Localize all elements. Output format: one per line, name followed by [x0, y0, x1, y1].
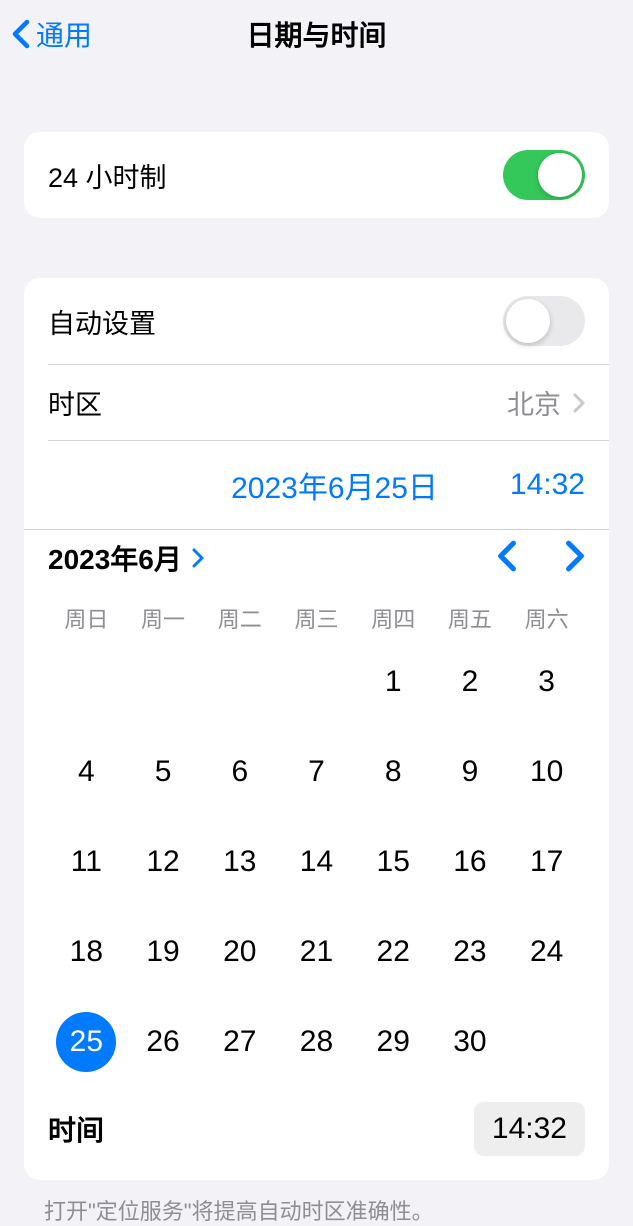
weekday-header: 周三 — [278, 602, 355, 634]
hour-format-section: 24 小时制 — [24, 132, 609, 218]
calendar-day[interactable]: 16 — [432, 832, 509, 892]
calendar-day-empty — [278, 652, 355, 712]
calendar-day[interactable]: 22 — [355, 922, 432, 982]
calendar-day[interactable]: 11 — [48, 832, 125, 892]
calendar-day[interactable]: 29 — [355, 1012, 432, 1072]
weekday-header: 周日 — [48, 602, 125, 634]
calendar-day[interactable]: 2 — [432, 652, 509, 712]
page-title: 日期与时间 — [246, 14, 386, 54]
calendar-day-empty — [48, 652, 125, 712]
toggle-knob — [538, 153, 582, 197]
date-time-section: 自动设置 时区 北京 2023年6月25日 14:32 2023年6月 — [24, 278, 609, 1180]
calendar-day[interactable]: 14 — [278, 832, 355, 892]
calendar-day[interactable]: 23 — [432, 922, 509, 982]
calendar-day[interactable]: 27 — [201, 1012, 278, 1072]
chevron-right-icon — [573, 393, 585, 413]
calendar-day[interactable]: 25 — [48, 1012, 125, 1072]
timezone-row[interactable]: 时区 北京 — [24, 365, 609, 440]
time-picker[interactable]: 14:32 — [474, 1102, 585, 1156]
calendar-day[interactable]: 18 — [48, 922, 125, 982]
prev-month-button[interactable] — [497, 540, 517, 577]
calendar-day[interactable]: 28 — [278, 1012, 355, 1072]
footer-hint: 打开"定位服务"将提高自动时区准确性。 — [44, 1194, 589, 1226]
toggle-knob — [506, 299, 550, 343]
calendar-day[interactable]: 3 — [508, 652, 585, 712]
hour24-toggle[interactable] — [503, 150, 585, 200]
calendar-day[interactable]: 13 — [201, 832, 278, 892]
calendar-day[interactable]: 17 — [508, 832, 585, 892]
weekday-header: 周四 — [355, 602, 432, 634]
back-label: 通用 — [36, 14, 92, 54]
hour24-label: 24 小时制 — [48, 156, 167, 195]
selected-date-button[interactable]: 2023年6月25日 — [231, 463, 438, 507]
calendar-day[interactable]: 6 — [201, 742, 278, 802]
weekday-header: 周五 — [432, 602, 509, 634]
weekday-header: 周六 — [508, 602, 585, 634]
chevron-right-icon — [192, 548, 204, 568]
calendar-day[interactable]: 26 — [125, 1012, 202, 1072]
weekday-header: 周一 — [125, 602, 202, 634]
calendar-day[interactable]: 7 — [278, 742, 355, 802]
time-label: 时间 — [48, 1109, 104, 1149]
timezone-label: 时区 — [48, 383, 102, 422]
month-selector[interactable]: 2023年6月 — [48, 538, 204, 578]
calendar-day[interactable]: 10 — [508, 742, 585, 802]
calendar-day[interactable]: 30 — [432, 1012, 509, 1072]
weekday-header: 周二 — [201, 602, 278, 634]
selected-time-button[interactable]: 14:32 — [510, 468, 585, 502]
auto-set-toggle[interactable] — [503, 296, 585, 346]
calendar-day-empty — [125, 652, 202, 712]
calendar-day[interactable]: 1 — [355, 652, 432, 712]
calendar-day[interactable]: 24 — [508, 922, 585, 982]
calendar-day-empty — [201, 652, 278, 712]
calendar-day[interactable]: 19 — [125, 922, 202, 982]
calendar-day[interactable]: 21 — [278, 922, 355, 982]
calendar-day[interactable]: 15 — [355, 832, 432, 892]
calendar-day[interactable]: 9 — [432, 742, 509, 802]
chevron-left-icon — [497, 540, 517, 572]
back-button[interactable]: 通用 — [12, 14, 92, 54]
timezone-value: 北京 — [507, 383, 561, 422]
chevron-right-icon — [565, 540, 585, 572]
chevron-left-icon — [12, 19, 30, 49]
calendar-day[interactable]: 4 — [48, 742, 125, 802]
calendar-day[interactable]: 20 — [201, 922, 278, 982]
calendar-day[interactable]: 12 — [125, 832, 202, 892]
month-label: 2023年6月 — [48, 538, 182, 578]
calendar-day[interactable]: 5 — [125, 742, 202, 802]
auto-set-label: 自动设置 — [48, 302, 156, 341]
calendar-day[interactable]: 8 — [355, 742, 432, 802]
next-month-button[interactable] — [565, 540, 585, 577]
